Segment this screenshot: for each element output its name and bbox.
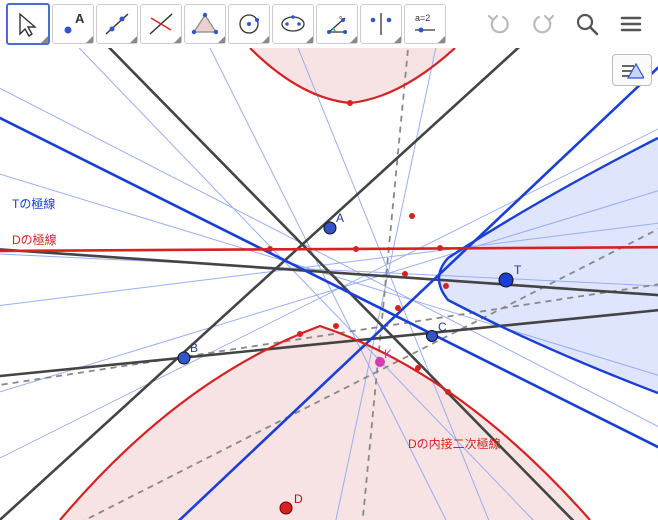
polygon-icon xyxy=(191,10,219,38)
redo-button[interactable] xyxy=(526,7,560,41)
tool-line[interactable] xyxy=(96,4,138,44)
svg-text:A: A xyxy=(75,11,85,26)
line-icon xyxy=(103,10,131,38)
tool-reflect[interactable] xyxy=(360,4,402,44)
point-A-label: A xyxy=(336,211,344,225)
tool-slider[interactable]: a=2 xyxy=(404,4,446,44)
toolbar: A ° a=2 xyxy=(0,0,658,48)
t-polar-label: Tの極線 xyxy=(12,196,55,211)
point-C-label: C xyxy=(438,320,447,334)
perp-icon xyxy=(147,10,175,38)
d-inscribed-label: Dの内接二次極線 xyxy=(408,436,501,451)
reflect-icon xyxy=(367,10,395,38)
move-icon xyxy=(14,10,42,38)
undo-button[interactable] xyxy=(482,7,516,41)
tool-point[interactable]: A xyxy=(52,4,94,44)
d-polar-label: Dの極線 xyxy=(12,232,57,247)
point-T-label: T xyxy=(514,263,522,277)
point-D-label: D xyxy=(294,492,303,506)
ellipse-icon xyxy=(279,10,307,38)
tool-move[interactable] xyxy=(6,3,50,45)
point-B-label: B xyxy=(190,341,198,355)
tool-polygon[interactable] xyxy=(184,4,226,44)
slider-icon: a=2 xyxy=(411,10,439,38)
tool-circle[interactable] xyxy=(228,4,270,44)
svg-text:°: ° xyxy=(339,15,342,24)
tool-perp[interactable] xyxy=(140,4,182,44)
point-icon: A xyxy=(59,10,87,38)
tool-angle[interactable]: ° xyxy=(316,4,358,44)
angle-icon: ° xyxy=(323,10,351,38)
geometry-canvas[interactable]: A B C T D K Tの極線 Dの極線 Dの内接二次極線 xyxy=(0,48,658,520)
style-icon xyxy=(620,60,644,80)
menu-button[interactable] xyxy=(614,7,648,41)
point-K-label: K xyxy=(384,347,392,361)
search-button[interactable] xyxy=(570,7,604,41)
style-panel-button[interactable] xyxy=(612,54,652,86)
tool-ellipse[interactable] xyxy=(272,4,314,44)
circle-icon xyxy=(235,10,263,38)
svg-text:a=2: a=2 xyxy=(415,13,430,23)
pink-conic-lower-fill xyxy=(60,326,590,520)
